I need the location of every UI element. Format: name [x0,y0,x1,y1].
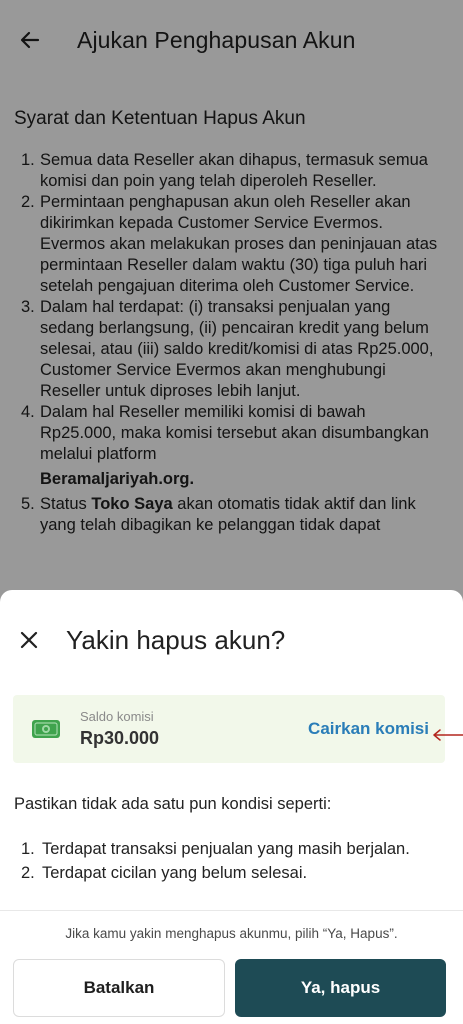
delete-account-sheet: Yakin hapus akun? Saldo komisi Rp30.000 … [0,590,463,1024]
saldo-value: Rp30.000 [80,728,160,748]
sheet-title: Yakin hapus akun? [66,624,286,655]
condition-text: Terdapat transaksi penjualan yang masih … [42,840,410,858]
condition-item: 2. Terdapat cicilan yang belum selesai. [14,861,410,885]
saldo-info: Saldo komisi Rp30.000 [80,709,159,749]
sheet-header: Yakin hapus akun? [0,590,463,690]
saldo-card: Saldo komisi Rp30.000 Cairkan komisi [13,695,445,763]
divider [0,910,463,911]
close-icon[interactable] [18,629,40,651]
saldo-label: Saldo komisi [80,709,154,724]
condition-number: 1. [21,840,35,858]
condition-text: Terdapat cicilan yang belum selesai. [42,864,308,882]
annotation-arrow-icon [432,728,463,741]
condition-number: 2. [21,864,35,882]
condition-list: 1. Terdapat transaksi penjualan yang mas… [14,837,410,885]
confirm-delete-button[interactable]: Ya, hapus [235,959,446,1017]
confirm-text: Pastikan tidak ada satu pun kondisi sepe… [14,795,332,813]
hint-text: Jika kamu yakin menghapus akunmu, pilih … [65,926,398,941]
money-icon [31,719,61,739]
cancel-button[interactable]: Batalkan [13,959,225,1017]
cairkan-komisi-link[interactable]: Cairkan komisi [308,719,429,739]
condition-item: 1. Terdapat transaksi penjualan yang mas… [14,837,410,861]
